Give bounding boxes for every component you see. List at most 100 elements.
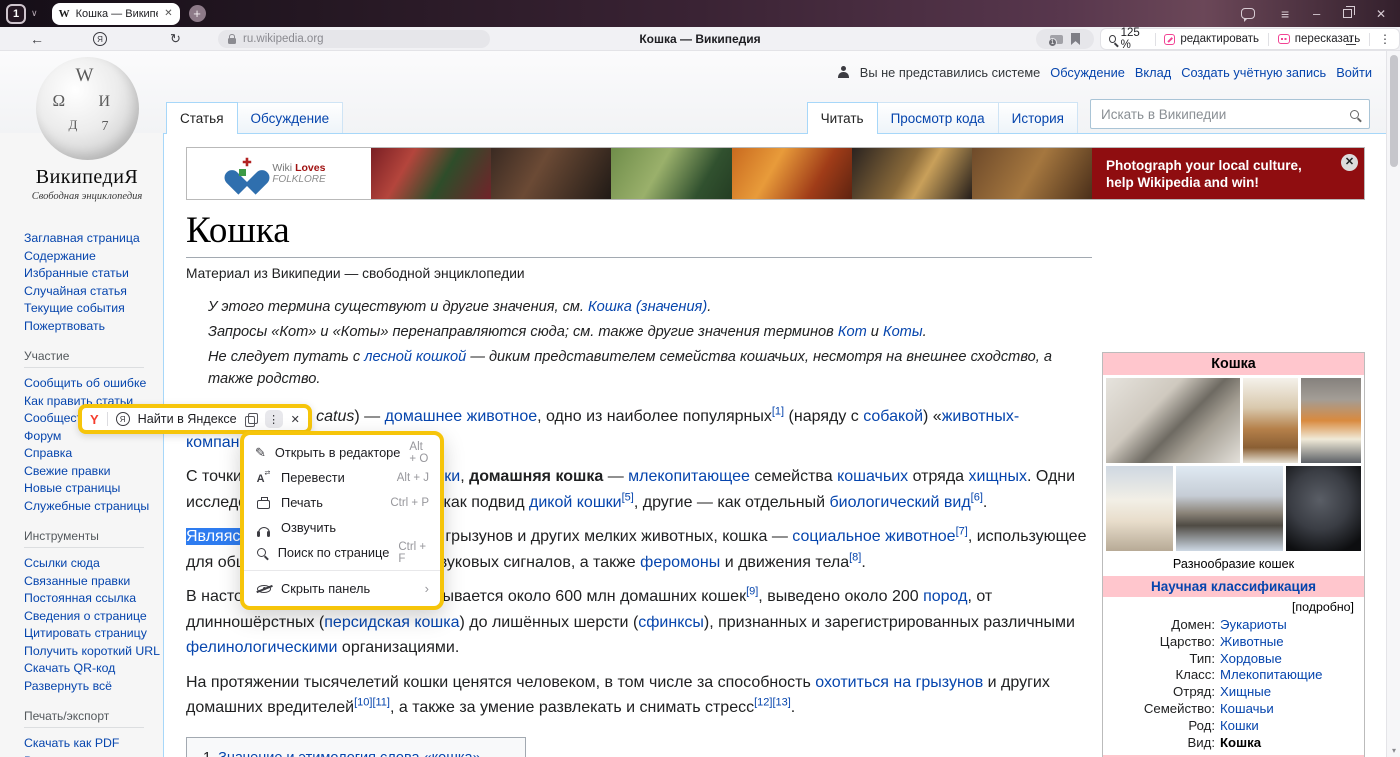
new-tab-button[interactable]: + (189, 5, 206, 22)
reference-link[interactable]: [5] (622, 491, 634, 503)
reload-button[interactable]: ↻ (170, 27, 181, 51)
reference-link[interactable]: [9] (746, 586, 758, 598)
taxonomy-link[interactable]: Животные (1220, 634, 1284, 651)
article-link[interactable]: социальное животное (792, 528, 955, 545)
search-input[interactable] (1101, 107, 1344, 122)
menu-item-find[interactable]: Поиск по страницеCtrl + F (244, 540, 440, 565)
scrollbar-down-arrow[interactable]: ▾ (1387, 746, 1400, 755)
taxonomy-link[interactable]: Кошки (1220, 718, 1259, 735)
sidebar-link[interactable]: Связанные правки (24, 574, 130, 588)
taxonomy-link[interactable]: Хордовые (1220, 651, 1282, 668)
tab-Обсуждение[interactable]: Обсуждение (238, 102, 344, 133)
sidebar-link[interactable]: Цитировать страницу (24, 626, 147, 640)
sidebar-link[interactable]: Сведения о странице (24, 609, 147, 623)
bookmark-icon[interactable] (1071, 33, 1080, 45)
sidebar-link[interactable]: Получить короткий URL (24, 644, 160, 658)
menu-item-editor[interactable]: Открыть в редактореAlt + O (244, 440, 440, 465)
article-link[interactable]: фелинологическими (186, 639, 337, 656)
sidebar-link[interactable]: Сообщить об ошибке (24, 376, 146, 390)
sidebar-link[interactable]: Скачать QR-код (24, 661, 115, 675)
article-link[interactable]: Коты (883, 324, 923, 340)
minimize-button[interactable]: – (1313, 0, 1320, 27)
cat-photo-abyssinian[interactable] (1243, 378, 1298, 463)
wiki-loves-folklore-banner[interactable]: ✚ Wiki Loves FOLKLORE Photograph your lo… (186, 147, 1365, 200)
article-link[interactable]: феромоны (640, 554, 720, 571)
tab-Читать[interactable]: Читать (807, 102, 878, 134)
wiki-search-box[interactable] (1090, 99, 1370, 129)
browser-menu-button[interactable]: ≡ (1281, 0, 1289, 27)
sidebar-link[interactable]: Развернуть всё (24, 679, 112, 693)
lock-icon[interactable] (228, 38, 236, 44)
article-link[interactable]: хищных (969, 468, 1027, 485)
article-link[interactable]: лесной кошкой (364, 349, 466, 365)
reference-link[interactable]: [12][13] (754, 697, 791, 709)
article-link[interactable]: пород (923, 588, 967, 605)
sidebar-link[interactable]: Пожертвовать (24, 319, 105, 333)
menu-item-hide[interactable]: Скрыть панель› (244, 576, 440, 601)
popup-more-button[interactable]: ⋮ (265, 410, 283, 428)
tab-История[interactable]: История (999, 102, 1078, 133)
sidebar-link[interactable]: Постоянная ссылка (24, 591, 136, 605)
sidebar-panel-button[interactable] (1241, 0, 1255, 27)
banner-close-icon[interactable]: ✕ (1341, 154, 1358, 171)
article-link[interactable]: сфинксы (638, 614, 704, 631)
browser-tab[interactable]: W Кошка — Википедия ✕ (52, 3, 180, 25)
article-link[interactable]: персидская кошка (324, 614, 459, 631)
personal-link[interactable]: Войти (1336, 65, 1372, 80)
sidebar-link[interactable]: Ссылки сюда (24, 556, 100, 570)
toc-link[interactable]: Значение и этимология слова «кошка» (218, 750, 481, 757)
tab-Просмотр кода[interactable]: Просмотр кода (878, 102, 999, 133)
sidebar-link[interactable]: Новые страницы (24, 481, 120, 495)
cat-photo-tabby-lying[interactable] (1106, 378, 1240, 463)
sidebar-link[interactable]: Избранные статьи (24, 266, 129, 280)
detail-link[interactable]: [подробно] (1103, 597, 1364, 616)
sidebar-link[interactable]: Форум (24, 429, 61, 443)
personal-link[interactable]: Вклад (1135, 65, 1171, 80)
tab-group-button[interactable]: 1 (6, 4, 26, 24)
zoom-control[interactable]: 125 % (1109, 27, 1146, 51)
downloads-button[interactable]: ↓ (1346, 27, 1356, 51)
close-window-button[interactable]: ✕ (1376, 0, 1386, 27)
yandex-services-button[interactable] (93, 27, 107, 51)
cat-photo-gray[interactable] (1286, 466, 1361, 551)
toc-item[interactable]: 1Значение и этимология слова «кошка» (203, 748, 509, 757)
sidebar-link[interactable]: Справка (24, 446, 72, 460)
personal-link[interactable]: Создать учётную запись (1181, 65, 1326, 80)
more-actions-button[interactable]: ⋮ (1379, 32, 1391, 46)
article-link[interactable]: дикой кошки (529, 494, 622, 511)
search-icon[interactable] (1350, 110, 1359, 119)
sidebar-link[interactable]: Версия для печати (24, 754, 132, 757)
classification-header[interactable]: Научная классификация (1103, 576, 1364, 597)
chevron-down-icon[interactable]: ∨ (31, 8, 38, 19)
reference-link[interactable]: [7] (956, 526, 968, 538)
sidebar-link[interactable]: Свежие правки (24, 464, 110, 478)
scrollbar-thumb[interactable] (1390, 55, 1398, 167)
article-link[interactable]: домашнее животное (385, 408, 538, 425)
sidebar-link[interactable]: Текущие события (24, 301, 125, 315)
restore-button[interactable] (1343, 0, 1352, 27)
back-button[interactable]: ← (30, 27, 44, 51)
menu-item-translate[interactable]: ПеревестиAlt + J (244, 465, 440, 490)
find-in-yandex-button[interactable]: Найти в Яндексе (138, 412, 237, 426)
article-link[interactable]: биологический вид (829, 494, 970, 511)
reference-link[interactable]: [8] (849, 551, 861, 563)
menu-item-speak[interactable]: Озвучить (244, 515, 440, 540)
edit-page-button[interactable]: редактировать (1164, 33, 1259, 45)
article-link[interactable]: Кот (838, 324, 867, 340)
copy-icon[interactable] (245, 413, 257, 426)
taxonomy-link[interactable]: Эукариоты (1220, 617, 1287, 634)
sidebar-link[interactable]: Случайная статья (24, 284, 127, 298)
address-bar[interactable]: ru.wikipedia.org (218, 30, 490, 48)
tab-close-icon[interactable]: ✕ (164, 8, 172, 19)
menu-item-print[interactable]: ПечатьCtrl + P (244, 490, 440, 515)
personal-link[interactable]: Обсуждение (1050, 65, 1125, 80)
cat-photo-orange-white[interactable] (1301, 378, 1361, 463)
taxonomy-link[interactable]: Кошачьи (1220, 701, 1274, 718)
sidebar-link[interactable]: Заглавная страница (24, 231, 140, 245)
sidebar-link[interactable]: Служебные страницы (24, 499, 149, 513)
article-link[interactable]: млекопитающее (628, 468, 750, 485)
banner-message[interactable]: Photograph your local culture, help Wiki… (1092, 148, 1364, 199)
cat-photo-siamese[interactable] (1106, 466, 1173, 551)
camera-blocked-icon[interactable]: 1 (1050, 35, 1063, 44)
cat-photo-tabby-snow[interactable] (1176, 466, 1283, 551)
